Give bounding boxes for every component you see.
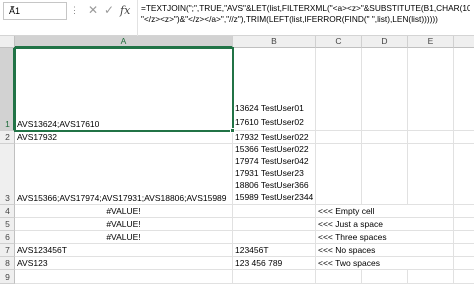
cell-c6[interactable]: <<< Three spaces: [316, 231, 387, 244]
formula-line-1: =TEXTJOIN(";",TRUE,"AVS"&LET(list,FILTER…: [141, 3, 470, 13]
cell-e2[interactable]: [408, 131, 454, 144]
row-header-1[interactable]: 1: [0, 48, 15, 131]
row-header-2[interactable]: 2: [0, 131, 15, 144]
cell-c7[interactable]: <<< No spaces: [316, 244, 375, 257]
cell-e9[interactable]: [408, 270, 454, 284]
cell-b3-line: 17974 TestUser042: [235, 156, 309, 166]
cell-f2[interactable]: [454, 131, 474, 144]
cell-b3-line: 15989 TestUser2344: [235, 192, 314, 202]
insert-function-icon[interactable]: fx: [120, 4, 130, 17]
cell-e8[interactable]: [408, 257, 454, 270]
cell-d8[interactable]: [362, 257, 408, 270]
cell-d5[interactable]: [362, 218, 408, 231]
cell-c1[interactable]: [316, 48, 362, 131]
column-header-f[interactable]: [454, 36, 474, 48]
cell-c4[interactable]: <<< Empty cell: [316, 205, 374, 218]
cell-b3-line: 15366 TestUser022: [235, 144, 309, 154]
formula-bar: A1 ▼ ⋮ ✕ ✓ fx =TEXTJOIN(";",TRUE,"AVS"&L…: [0, 0, 474, 36]
cell-d2[interactable]: [362, 131, 408, 144]
fill-handle[interactable]: [230, 128, 235, 133]
cell-f3[interactable]: [454, 144, 474, 205]
cell-e5[interactable]: [408, 218, 454, 231]
cancel-icon[interactable]: ✕: [88, 3, 98, 17]
cell-d6[interactable]: [362, 231, 408, 244]
cell-b8[interactable]: 123 456 789: [233, 257, 316, 270]
row-header-3[interactable]: 3: [0, 144, 15, 205]
column-header-a[interactable]: A: [15, 36, 233, 48]
cell-b4[interactable]: [233, 205, 316, 218]
cell-b3[interactable]: 15366 TestUser022 17974 TestUser042 1793…: [233, 144, 316, 205]
column-header-d[interactable]: D: [362, 36, 408, 48]
cell-e7[interactable]: [408, 244, 454, 257]
cell-b5[interactable]: [233, 218, 316, 231]
chevron-down-icon[interactable]: ▼: [9, 5, 62, 12]
column-header-b[interactable]: B: [233, 36, 316, 48]
formula-icons: ✕ ✓ fx: [82, 2, 134, 20]
cell-b2[interactable]: 17932 TestUser022: [233, 131, 316, 144]
row-header-6[interactable]: 6: [0, 231, 15, 244]
cell-b6[interactable]: [233, 231, 316, 244]
cell-f8[interactable]: [454, 257, 474, 270]
row-header-8[interactable]: 8: [0, 257, 15, 270]
cell-e1[interactable]: [408, 48, 454, 131]
row-header-4[interactable]: 4: [0, 205, 15, 218]
formula-line-2: "</z><z>")&"</z></a>","//z"),TRIM(LEFT(l…: [141, 14, 438, 24]
cell-b1-line: 13624 TestUser01: [235, 103, 304, 113]
cell-c3[interactable]: [316, 144, 362, 205]
cell-f6[interactable]: [454, 231, 474, 244]
cell-a6[interactable]: #VALUE!: [15, 231, 233, 244]
more-options-icon[interactable]: ⋮: [70, 5, 79, 16]
worksheet-grid: A B C D E 1 2 3 4 5 6 7 8 9 AVS13624;AVS…: [0, 36, 474, 284]
cell-c5[interactable]: <<< Just a space: [316, 218, 383, 231]
cell-d3[interactable]: [362, 144, 408, 205]
cell-b3-line: 18806 TestUser366: [235, 180, 309, 190]
cell-d9[interactable]: [362, 270, 408, 284]
cell-b7[interactable]: 123456T: [233, 244, 316, 257]
cell-f7[interactable]: [454, 244, 474, 257]
name-box[interactable]: A1 ▼: [3, 2, 67, 20]
formula-input[interactable]: =TEXTJOIN(";",TRUE,"AVS"&LET(list,FILTER…: [141, 3, 470, 35]
cell-b1-line: 17610 TestUser02: [235, 116, 304, 127]
cell-f5[interactable]: [454, 218, 474, 231]
cell-c2[interactable]: [316, 131, 362, 144]
cell-a1[interactable]: AVS13624;AVS17610: [15, 48, 233, 131]
column-header-e[interactable]: E: [408, 36, 454, 48]
cell-d4[interactable]: [362, 205, 408, 218]
cell-a9[interactable]: [15, 270, 233, 284]
cell-a8[interactable]: AVS123: [15, 257, 233, 270]
cell-a2[interactable]: AVS17932: [15, 131, 233, 144]
row-header-5[interactable]: 5: [0, 218, 15, 231]
cell-a5[interactable]: #VALUE!: [15, 218, 233, 231]
cell-e3[interactable]: [408, 144, 454, 205]
cell-f1[interactable]: [454, 48, 474, 131]
cell-a3[interactable]: AVS15366;AVS17974;AVS17931;AVS18806;AVS1…: [15, 144, 233, 205]
cell-e4[interactable]: [408, 205, 454, 218]
formula-separator: [137, 0, 138, 36]
column-header-c[interactable]: C: [316, 36, 362, 48]
enter-icon[interactable]: ✓: [104, 3, 114, 17]
cell-f4[interactable]: [454, 205, 474, 218]
cell-f9[interactable]: [454, 270, 474, 284]
cell-b1[interactable]: 13624 TestUser01 17610 TestUser02: [233, 48, 316, 131]
cell-d7[interactable]: [362, 244, 408, 257]
cell-b3-line: 17931 TestUser23: [235, 168, 304, 178]
select-all-corner[interactable]: [0, 36, 15, 48]
cell-d1[interactable]: [362, 48, 408, 131]
cell-e6[interactable]: [408, 231, 454, 244]
row-header-7[interactable]: 7: [0, 244, 15, 257]
cell-b9[interactable]: [233, 270, 316, 284]
cell-c9[interactable]: [316, 270, 362, 284]
cell-a4[interactable]: #VALUE!: [15, 205, 233, 218]
cell-a7[interactable]: AVS123456T: [15, 244, 233, 257]
row-header-9[interactable]: 9: [0, 270, 15, 284]
cell-c8[interactable]: <<< Two spaces: [316, 257, 380, 270]
